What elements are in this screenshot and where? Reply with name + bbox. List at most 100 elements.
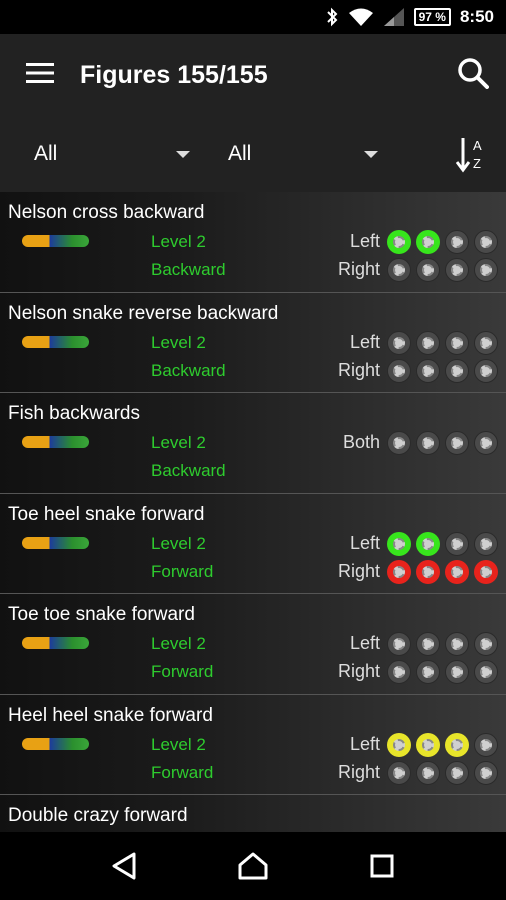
progress-dot-icon[interactable] [387, 760, 411, 785]
recents-button[interactable] [357, 841, 407, 891]
progress-dot-icon[interactable] [445, 258, 469, 282]
wheel-icon [422, 537, 434, 550]
sort-button[interactable]: A Z [455, 134, 492, 174]
progress-dot-icon[interactable] [416, 632, 440, 656]
progress-dot-icon[interactable] [445, 732, 469, 757]
wheel-icon [451, 437, 463, 449]
figure-name: Double crazy forward [8, 805, 188, 826]
wheel-icon [480, 565, 492, 578]
filter-dropdown-1-value: All [34, 142, 58, 165]
progress-dot-icon[interactable] [474, 531, 498, 556]
side-label: Both [342, 432, 380, 452]
sort-letter-z: Z [473, 156, 481, 171]
wheel-icon [480, 437, 492, 449]
wheel-icon [480, 264, 492, 276]
home-icon [238, 852, 268, 880]
progress-dot-icon[interactable] [416, 531, 440, 556]
progress-dot-icon[interactable] [445, 559, 469, 584]
progress-dot-icon[interactable] [474, 660, 498, 684]
figure-name: Toe toe snake forward [8, 604, 195, 625]
progress-dot-icon[interactable] [387, 358, 411, 383]
back-icon [112, 852, 136, 880]
figure-level: Level 2 [151, 533, 206, 553]
progress-dot-icon[interactable] [474, 760, 498, 785]
menu-button[interactable] [0, 34, 80, 116]
wheel-icon [451, 364, 463, 377]
progress-dot-icon[interactable] [416, 431, 440, 455]
progress-dot-icon[interactable] [474, 230, 498, 254]
progress-dot-icon[interactable] [416, 732, 440, 757]
figure-name: Toe heel snake forward [8, 503, 205, 525]
list-item[interactable]: Toe heel snake forward Level 2 Forward Left… [0, 493, 506, 594]
wheel-icon [393, 437, 405, 449]
progress-dot-icon[interactable] [474, 559, 498, 584]
progress-dot-icon[interactable] [387, 230, 411, 254]
progress-dot-icon[interactable] [445, 431, 469, 455]
wheel-icon [451, 236, 463, 248]
wheel-icon [451, 264, 463, 276]
menu-icon [26, 62, 54, 89]
progress-dot-icon[interactable] [445, 632, 469, 656]
progress-dot-icon[interactable] [416, 358, 440, 383]
progress-dot-icon[interactable] [474, 732, 498, 757]
wheel-icon [393, 666, 405, 678]
progress-dot-icon[interactable] [416, 760, 440, 785]
filter-bar: All All A Z [0, 116, 506, 192]
progress-dot-icon[interactable] [445, 230, 469, 254]
list-item[interactable]: Heel heel snake forward Level 2 Forward Lef… [0, 694, 506, 795]
progress-dot-icon[interactable] [445, 330, 469, 355]
progress-dot-icon[interactable] [474, 358, 498, 383]
progress-dot-icon[interactable] [445, 358, 469, 383]
progress-dot-icon[interactable] [445, 660, 469, 684]
progress-dot-icon[interactable] [416, 258, 440, 282]
difficulty-bar [22, 737, 89, 750]
progress-dot-icon[interactable] [387, 431, 411, 455]
progress-dot-icon[interactable] [416, 230, 440, 254]
home-button[interactable] [228, 841, 278, 891]
progress-dot-icon[interactable] [474, 330, 498, 355]
progress-dot-icon[interactable] [387, 660, 411, 684]
progress-dot-icon[interactable] [387, 330, 411, 355]
progress-dot-icon[interactable] [387, 732, 411, 757]
list-item[interactable]: Double crazy forward [0, 795, 506, 832]
figure-name: Heel heel snake forward [8, 704, 213, 726]
progress-dot-icon[interactable] [387, 632, 411, 656]
progress-dot-icon[interactable] [387, 559, 411, 584]
wheel-icon [480, 738, 492, 751]
wheel-icon [451, 336, 463, 349]
progress-dot-icon[interactable] [416, 330, 440, 355]
figure-direction: Backward [151, 461, 226, 480]
difficulty-bar [22, 335, 89, 348]
progress-dots [387, 258, 498, 282]
progress-dot-icon[interactable] [387, 531, 411, 556]
side-label: Left [349, 733, 380, 754]
difficulty-bar [22, 637, 89, 649]
progress-dot-icon[interactable] [474, 258, 498, 282]
progress-dots [387, 330, 498, 355]
progress-dot-icon[interactable] [387, 258, 411, 282]
wheel-icon [422, 264, 434, 276]
progress-dots [387, 660, 498, 684]
progress-dot-icon[interactable] [416, 559, 440, 584]
filter-dropdown-2[interactable]: All [228, 116, 378, 192]
difficulty-bar [22, 235, 89, 247]
list-item[interactable]: Fish backwards Level 2 Backward Both [0, 393, 506, 494]
progress-dots [387, 531, 498, 556]
progress-dot-icon[interactable] [474, 431, 498, 455]
list-item[interactable]: Nelson snake reverse backward Level 2 Back… [0, 292, 506, 393]
progress-dot-icon[interactable] [474, 632, 498, 656]
progress-dot-icon[interactable] [416, 660, 440, 684]
list-item[interactable]: Nelson cross backward Level 2 Backward Left… [0, 192, 506, 293]
wheel-icon [480, 364, 492, 377]
progress-dot-icon[interactable] [445, 531, 469, 556]
progress-dot-icon[interactable] [445, 760, 469, 785]
back-button[interactable] [99, 841, 149, 891]
side-label: Right [337, 560, 380, 581]
side-label: Right [337, 761, 380, 782]
search-button[interactable] [440, 34, 506, 116]
wheel-icon [422, 236, 434, 248]
list-item[interactable]: Toe toe snake forward Level 2 Forward Left R… [0, 594, 506, 695]
cell-signal-icon [383, 7, 405, 27]
progress-dots [387, 358, 498, 383]
filter-dropdown-1[interactable]: All [34, 116, 190, 192]
